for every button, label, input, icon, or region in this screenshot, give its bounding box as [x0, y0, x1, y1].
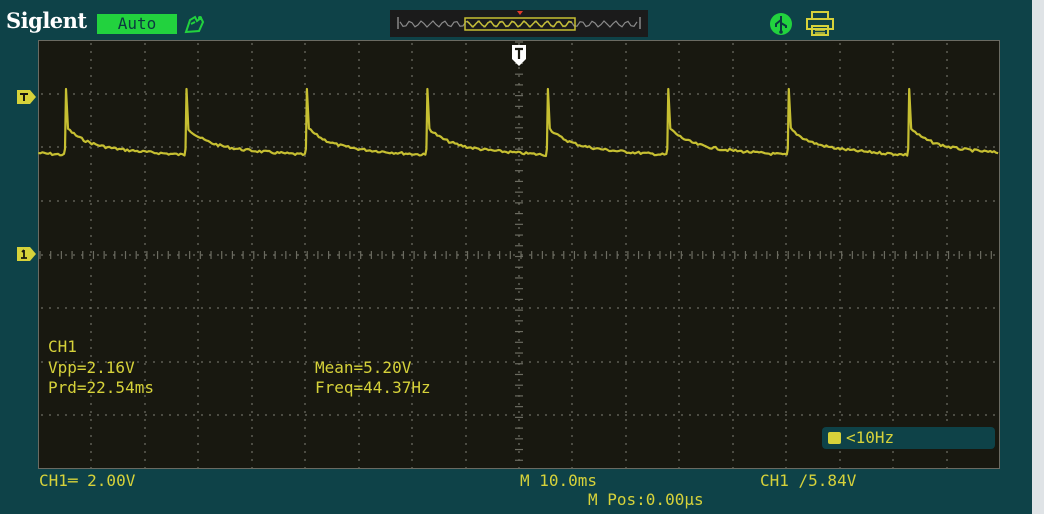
- timebase-readout[interactable]: M 10.0ms: [520, 471, 597, 491]
- trigger-filter-icon: [828, 432, 841, 444]
- graticule: [39, 41, 995, 469]
- waveform-screen[interactable]: CH1 Vpp=2.16V Prd=22.54ms Mean=5.20V Fre…: [38, 40, 1000, 469]
- trigger-position-marker[interactable]: [511, 44, 527, 68]
- usb-icon: [770, 13, 792, 35]
- trigger-filter-indicator: <10Hz: [822, 427, 995, 449]
- oscilloscope-display: Siglent Auto CH1 Vpp=2.16V Prd=22.54ms M…: [0, 0, 1032, 514]
- measure-mean: Mean=5.20V: [315, 358, 412, 377]
- brand-logo: Siglent: [6, 8, 87, 33]
- ch1-scale-readout[interactable]: CH1═ 2.00V: [39, 471, 135, 491]
- measure-freq: Freq=44.37Hz: [315, 378, 431, 397]
- trigger-level-marker[interactable]: [16, 89, 38, 105]
- ch1-trace: [38, 87, 999, 158]
- trigger-mode-badge[interactable]: Auto: [97, 14, 177, 34]
- trigger-level-readout[interactable]: CH1 /5.84V: [760, 471, 856, 491]
- measure-period: Prd=22.54ms: [48, 378, 154, 397]
- horizontal-position-readout[interactable]: M Pos:0.00μs: [588, 490, 704, 510]
- measure-channel-label: CH1: [48, 337, 77, 356]
- printer-icon: [806, 11, 834, 36]
- timebase-window-icon[interactable]: [390, 10, 648, 37]
- measure-vpp: Vpp=2.16V: [48, 358, 135, 377]
- pointing-hand-icon[interactable]: [182, 12, 208, 36]
- ch1-ground-marker[interactable]: [16, 246, 38, 262]
